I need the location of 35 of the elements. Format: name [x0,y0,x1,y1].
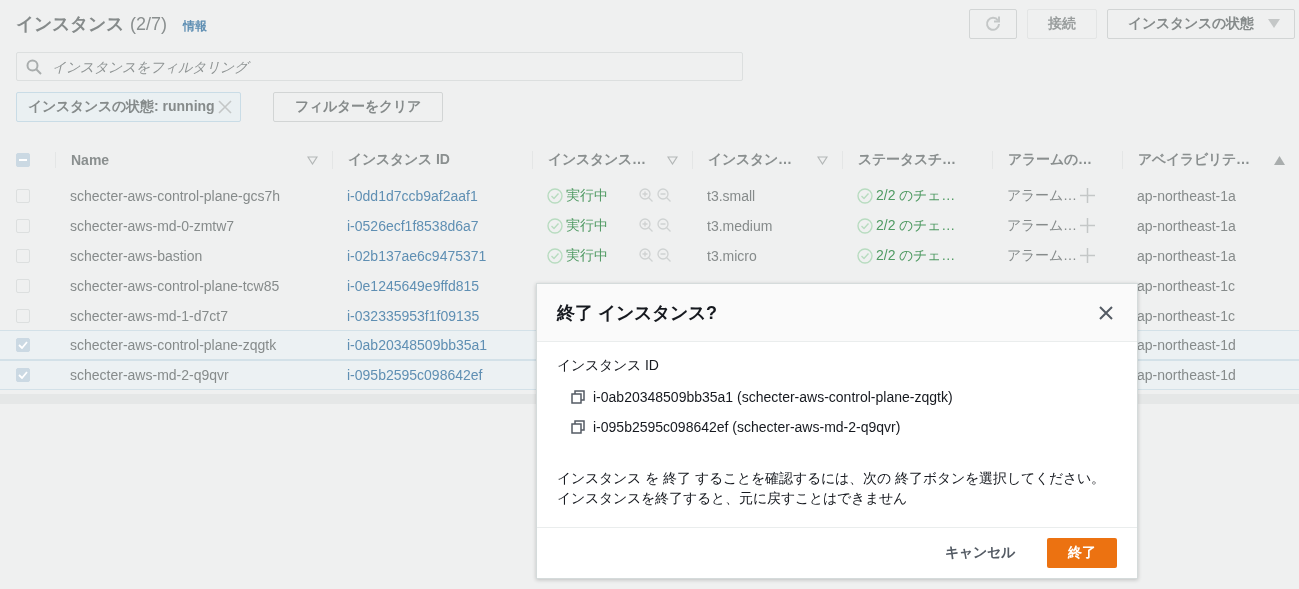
table-cell: ap-northeast-1c [1137,277,1236,294]
table-cell: 実行中 [566,246,608,265]
instance-entry: i-0ab20348509bb35a1 (schecter-aws-control-plane-zqgtk) [593,389,953,405]
table-cell: schecter-aws-bastion [70,247,203,264]
table-cell: schecter-aws-md-1-d7ct7 [70,307,228,324]
dialog-title: 終了 インスタンス? [557,301,717,325]
table-cell: ap-northeast-1d [1137,337,1236,353]
table-cell: アラーム… [1007,246,1077,265]
table-cell: 2/2 のチェ… [876,186,956,205]
table-cell: t3.small [707,187,756,204]
filter-label: インスタンスの状態: running [28,98,215,116]
table-cell: ap-northeast-1a [1137,247,1236,264]
confirmation-text: インスタンスを終了すると、元に戻すことはできません [557,489,908,508]
table-cell: schecter-aws-control-plane-zqgtk [70,337,277,353]
table-cell: schecter-aws-md-0-zmtw7 [70,217,235,234]
table-cell: ap-northeast-1c [1137,307,1236,324]
table-cell: ap-northeast-1a [1137,187,1236,204]
table-cell: アラーム… [1007,186,1077,205]
list-label: インスタンス ID [557,357,660,375]
table-cell: ap-northeast-1d [1137,367,1236,383]
table-cell: t3.micro [707,247,757,264]
table-cell: schecter-aws-control-plane-tcw85 [70,277,280,294]
page-title: インスタンス [16,13,124,36]
table-cell: 2/2 のチェ… [876,246,956,265]
confirmation-text: インスタンス を 終了 することを確認するには、次の 終了ボタンを選択してください。 [557,469,1106,488]
instance-entry: i-095b2595c098642ef (schecter-aws-md-2-q9qvr) [593,419,901,435]
table-cell: ap-northeast-1a [1137,217,1236,234]
table-cell: 実行中 [566,216,608,235]
table-cell: アラーム… [1007,216,1077,235]
table-cell: 実行中 [566,186,608,205]
instance-count: (2/7) [130,14,167,35]
table-cell: t3.medium [707,217,773,234]
table-cell: 2/2 のチェ… [876,216,956,235]
table-cell: schecter-aws-md-2-q9qvr [70,367,229,383]
table-cell: schecter-aws-control-plane-gcs7h [70,187,281,204]
